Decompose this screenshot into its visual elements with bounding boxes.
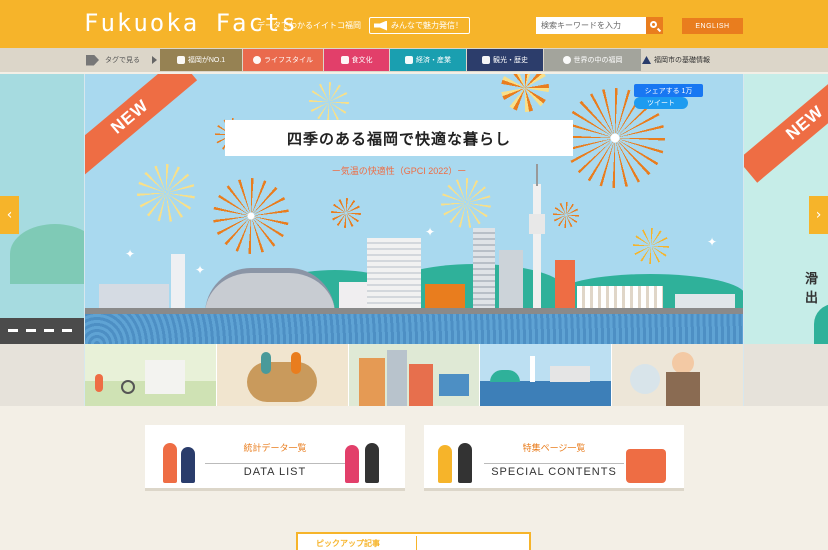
site-header: Fukuoka Facts データでわかるイイトコ福岡 みんなで魅力発信！ EN… (0, 0, 828, 48)
mountain-icon (642, 56, 651, 64)
search-icon (650, 21, 657, 28)
next-slide-button[interactable]: › (809, 196, 828, 234)
building (499, 250, 523, 314)
new-badge: NEW (744, 74, 828, 183)
tag-basic-info[interactable]: 福岡市の基礎情報 (642, 49, 710, 71)
building (171, 254, 185, 314)
post-button[interactable]: みんなで魅力発信！ (369, 17, 470, 34)
building (367, 238, 421, 314)
post-button-label: みんなで魅力発信！ (391, 21, 463, 30)
facebook-share-button[interactable]: シェアする 1万 (634, 84, 703, 97)
tag-world[interactable]: 世界の中の福岡 (544, 49, 641, 71)
tag-label: 世界の中の福岡 (573, 57, 623, 64)
tag-icon (86, 54, 99, 66)
tag-no1[interactable]: 福岡がNO.1 (160, 49, 242, 71)
globe-icon (562, 56, 571, 64)
building (473, 228, 495, 314)
slide-thumbnail[interactable] (216, 344, 349, 406)
chevron-right-icon: › (815, 207, 822, 223)
person-illustration (365, 443, 379, 483)
festival-float-illustration (626, 449, 666, 483)
card-subheading: SPECIAL CONTENTS (484, 463, 624, 478)
sparkle: ✦ (707, 235, 718, 249)
tag-economy[interactable]: 経済・産業 (390, 49, 466, 71)
thumb-spacer (0, 344, 84, 406)
sparkle: ✦ (425, 225, 436, 239)
sparkle: ✦ (125, 247, 136, 261)
share-label: シェアする 1万 (644, 87, 693, 95)
hero-subtitle: ー気温の快適性（GPCI 2022）ー (331, 166, 467, 176)
tag-nav-lead: タグで見る (86, 48, 157, 72)
tag-label: 観光・歴史 (493, 57, 528, 64)
tag-food[interactable]: 食文化 (324, 49, 389, 71)
english-button[interactable]: ENGLISH (682, 18, 743, 34)
tag-nav-lead-label: タグで見る (105, 57, 140, 64)
sea-pattern (85, 314, 743, 344)
data-list-card[interactable]: 統計データ一覧 DATA LIST (145, 425, 405, 491)
tag-label: 経済・産業 (416, 57, 451, 64)
divider (416, 536, 417, 550)
special-contents-card[interactable]: 特集ページ一覧 SPECIAL CONTENTS (424, 425, 684, 491)
arrow-right-icon (152, 56, 157, 64)
site-tagline: データでわかるイイトコ福岡 (257, 21, 361, 30)
firework (331, 198, 361, 228)
hill-shape (10, 224, 84, 284)
hero-title[interactable]: 四季のある福岡で快適な暮らし (225, 120, 573, 156)
firework (137, 164, 195, 222)
pickup-card[interactable]: ピックアップ記事 (296, 532, 531, 550)
search-button[interactable] (646, 17, 663, 34)
tag-label: 食文化 (351, 57, 373, 64)
tag-label: 福岡市の基礎情報 (654, 57, 710, 64)
person-illustration (345, 445, 359, 483)
hero-slide[interactable]: ✦ ✦ ✦ ✦ ✦ ✦ NEW 四季のある福岡で快適な暮らし ー気温の快適性（G… (85, 74, 743, 344)
prev-slide-button[interactable]: ‹ (0, 196, 19, 234)
person-illustration (438, 445, 452, 483)
tag-navigation: タグで見る 福岡がNO.1 ライフスタイル 食文化 経済・産業 観光・歴史 世界… (0, 48, 828, 72)
fukuoka-tower (529, 164, 545, 314)
briefcase-icon (405, 56, 413, 64)
search-input[interactable] (536, 17, 646, 34)
chevron-left-icon: ‹ (6, 207, 13, 223)
firework (441, 178, 491, 228)
building (555, 260, 575, 314)
slide-thumbnails (85, 344, 743, 406)
next-slide-text: 滑出 (805, 272, 819, 306)
tweet-label: ツイート (647, 100, 675, 107)
pickup-label: ピックアップ記事 (316, 539, 380, 548)
runway (0, 318, 84, 344)
firework (501, 74, 549, 112)
hill-shape (814, 304, 828, 344)
smile-icon (253, 56, 261, 64)
sparkle: ✦ (195, 263, 206, 277)
food-icon (340, 56, 349, 64)
firework (309, 82, 349, 122)
tag-label: 福岡がNO.1 (187, 57, 226, 64)
castle-icon (482, 56, 490, 64)
slide-thumbnail[interactable] (348, 344, 481, 406)
new-badge: NEW (85, 74, 198, 177)
person-illustration (181, 447, 195, 483)
firework (213, 178, 289, 254)
firework (553, 202, 579, 228)
thumb-spacer (744, 344, 828, 406)
person-illustration (163, 443, 177, 483)
tag-lifestyle[interactable]: ライフスタイル (243, 49, 323, 71)
slide-thumbnail[interactable] (612, 344, 743, 406)
tweet-button[interactable]: ツイート (634, 97, 688, 109)
card-subheading: DATA LIST (205, 463, 345, 478)
tag-tourism[interactable]: 観光・歴史 (467, 49, 543, 71)
megaphone-icon (374, 20, 387, 31)
thumbs-up-icon (176, 56, 185, 64)
slide-thumbnail[interactable] (85, 344, 217, 406)
slide-thumbnail[interactable] (480, 344, 613, 406)
firework (633, 228, 669, 264)
tag-label: ライフスタイル (264, 57, 313, 64)
person-illustration (458, 443, 472, 483)
